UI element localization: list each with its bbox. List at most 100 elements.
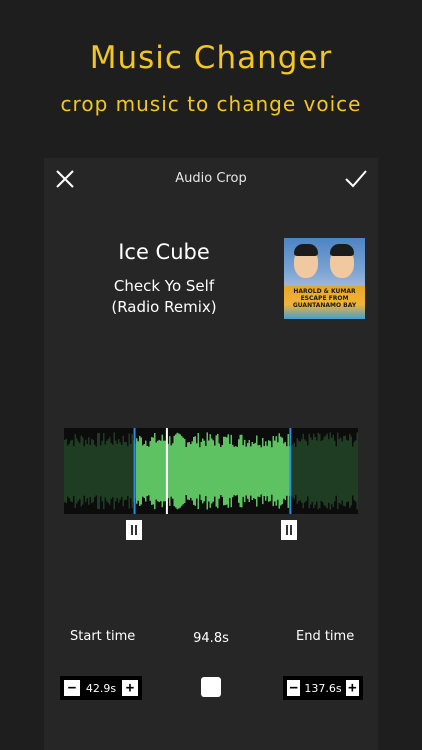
waveform-bar <box>241 434 243 508</box>
waveform-bar <box>220 447 222 495</box>
waveform-bar <box>190 444 192 498</box>
waveform-bar <box>310 437 312 505</box>
waveform-bar <box>230 434 232 508</box>
waveform-bar <box>349 434 351 508</box>
waveform-bar <box>322 439 324 503</box>
waveform-bar <box>215 435 217 507</box>
waveform-bar <box>244 439 246 503</box>
waveform-bar <box>254 442 256 500</box>
waveform-bar <box>245 446 247 496</box>
waveform[interactable] <box>64 428 358 514</box>
waveform-bar <box>259 444 261 498</box>
waveform-bar <box>209 434 211 508</box>
waveform-bar <box>340 437 342 505</box>
waveform-bar <box>248 440 250 502</box>
waveform-bar <box>343 436 345 506</box>
waveform-bar <box>146 446 148 496</box>
top-bar: Audio Crop <box>44 158 378 202</box>
waveform-bar <box>181 436 183 506</box>
waveform-bar <box>151 437 153 505</box>
waveform-bar <box>281 437 283 505</box>
waveform-bar <box>116 443 118 499</box>
waveform-bar <box>184 439 186 503</box>
waveform-bar <box>344 435 346 507</box>
checkmark-icon[interactable] <box>344 168 368 190</box>
waveform-bar <box>80 435 82 507</box>
waveform-bar <box>308 433 310 509</box>
waveform-bar <box>350 436 352 506</box>
waveform-bar <box>65 438 67 504</box>
waveform-bar <box>124 442 126 500</box>
waveform-bar <box>169 436 171 506</box>
waveform-bar <box>158 439 160 503</box>
waveform-bar <box>115 440 117 502</box>
start-plus-button[interactable]: + <box>122 680 138 696</box>
waveform-bar <box>74 434 76 508</box>
waveform-bar <box>89 445 91 498</box>
waveform-bar <box>196 443 198 499</box>
waveform-bar <box>145 440 147 502</box>
waveform-bar <box>328 439 330 503</box>
waveform-bar <box>304 439 306 503</box>
waveform-bar <box>253 443 255 499</box>
waveform-bar <box>200 441 202 500</box>
waveform-bar <box>323 436 325 506</box>
end-minus-button[interactable]: − <box>287 680 301 696</box>
waveform-bar <box>68 443 70 499</box>
waveform-bar <box>211 438 213 504</box>
waveform-bar <box>268 440 270 502</box>
waveform-bar <box>86 443 88 499</box>
waveform-bar <box>140 437 142 505</box>
waveform-bar <box>67 445 69 497</box>
waveform-bar <box>217 433 219 509</box>
album-cover: HAROLD & KUMAR ESCAPE FROM GUANTANAMO BA… <box>284 238 365 319</box>
waveform-bar <box>157 440 159 502</box>
waveform-bar <box>341 441 343 501</box>
waveform-bar <box>296 438 298 504</box>
end-time-value: 137.6s <box>304 681 342 695</box>
waveform-bar <box>149 441 151 501</box>
waveform-bar <box>64 440 66 503</box>
waveform-bar <box>271 447 273 495</box>
waveform-bar <box>317 432 319 510</box>
waveform-bar <box>191 441 193 501</box>
start-minus-button[interactable]: − <box>64 680 80 696</box>
waveform-bar <box>232 444 234 498</box>
waveform-bar <box>214 445 216 497</box>
waveform-bar <box>353 441 355 501</box>
waveform-bar <box>160 440 162 502</box>
waveform-bar <box>94 444 96 498</box>
waveform-bar <box>130 443 132 499</box>
waveform-bar <box>208 440 210 502</box>
waveform-bar <box>293 442 295 500</box>
waveform-bar <box>173 435 175 507</box>
waveform-bar <box>319 434 321 508</box>
waveform-bar <box>176 432 178 510</box>
waveform-bar <box>263 446 265 496</box>
waveform-bar <box>283 443 285 499</box>
waveform-bar <box>125 442 127 500</box>
waveform-bar <box>104 444 106 498</box>
waveform-bar <box>256 435 258 507</box>
waveform-bar <box>287 434 289 508</box>
end-time-label: End time <box>296 629 355 644</box>
start-handle[interactable] <box>126 520 142 540</box>
waveform-bar <box>332 434 334 508</box>
waveform-bar <box>122 435 124 507</box>
waveform-bar <box>223 436 225 506</box>
waveform-bar <box>164 440 166 502</box>
stop-button[interactable] <box>201 677 221 697</box>
waveform-bar <box>242 445 244 497</box>
start-time-stepper: − 42.9s + <box>60 676 142 700</box>
end-plus-button[interactable]: + <box>345 680 359 696</box>
waveform-bar <box>175 434 177 508</box>
end-handle[interactable] <box>281 520 297 540</box>
waveform-bar <box>137 441 139 501</box>
waveform-bar <box>346 439 348 503</box>
waveform-bar <box>284 441 286 500</box>
waveform-bar <box>193 437 195 505</box>
waveform-bar <box>227 434 229 508</box>
waveform-bar <box>100 445 102 497</box>
waveform-bar <box>172 443 174 499</box>
waveform-bar <box>187 442 189 500</box>
